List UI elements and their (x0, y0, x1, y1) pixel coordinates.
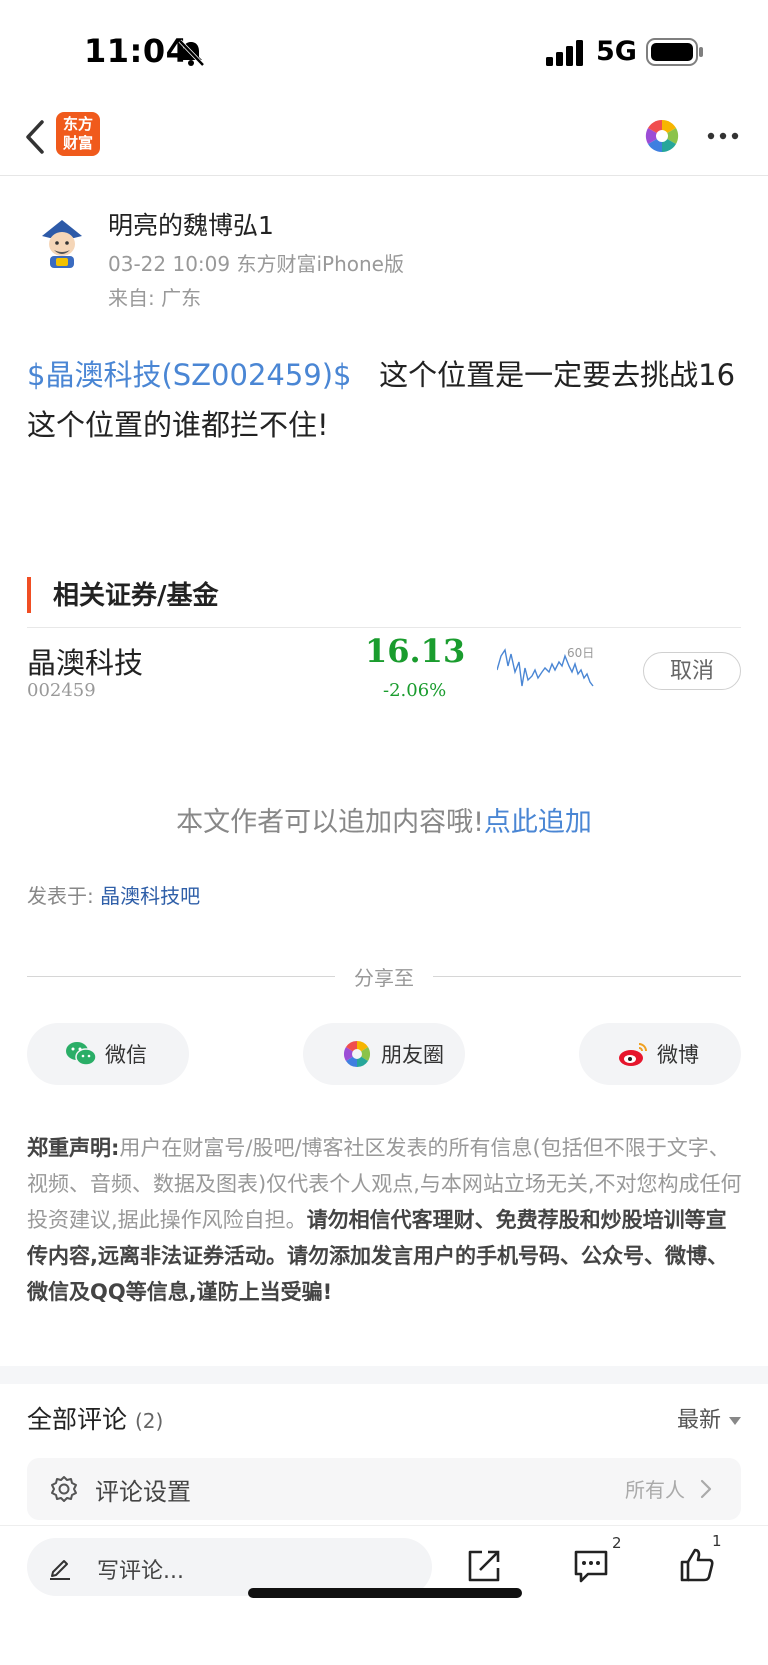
posted-in: 发表于: 晶澳科技吧 (27, 880, 200, 909)
more-icon[interactable] (706, 124, 740, 148)
pencil-icon (50, 1560, 70, 1580)
share-wechat-button[interactable]: 微信 (27, 1023, 189, 1085)
comments-count: (2) (134, 1409, 164, 1433)
app-logo[interactable]: 东方 财富 (56, 112, 100, 156)
comment-icon[interactable] (572, 1548, 610, 1584)
append-link[interactable]: 点此追加 (484, 807, 592, 838)
append-prompt: 本文作者可以追加内容哦!点此追加 (0, 800, 768, 839)
logo-line-2: 财富 (62, 134, 93, 152)
comments-title-text: 全部评论 (27, 1405, 128, 1434)
comment-count-badge: 2 (612, 1534, 622, 1552)
stock-price: 16.13 (365, 632, 466, 670)
share-wheel-icon[interactable] (644, 118, 680, 154)
sort-label: 最新 (676, 1408, 721, 1433)
caret-down-icon (729, 1417, 741, 1425)
share-moments-label: 朋友圈 (381, 1043, 444, 1067)
related-title: 相关证券/基金 (53, 581, 219, 611)
status-time: 11:04 (84, 32, 189, 70)
stock-name: 晶澳科技 (27, 646, 144, 680)
comment-settings-row[interactable]: 评论设置 所有人 (27, 1458, 741, 1520)
wechat-icon (66, 1042, 97, 1066)
share-moments-button[interactable]: 朋友圈 (303, 1023, 465, 1085)
chevron-right-icon (700, 1479, 712, 1499)
comments-title: 全部评论 (2) (27, 1400, 163, 1436)
post-meta: 03-22 10:09 东方财富iPhone版 (108, 252, 404, 276)
signal-icon (546, 40, 583, 66)
settings-label: 评论设置 (95, 1478, 191, 1506)
status-bar: 11:04 5G (0, 0, 768, 100)
avatar[interactable] (34, 214, 90, 270)
author-name[interactable]: 明亮的魏博弘1 (108, 206, 274, 242)
thumbs-up-icon[interactable] (678, 1546, 716, 1584)
comment-placeholder: 写评论... (97, 1559, 184, 1584)
section-accent-bar (27, 577, 31, 613)
back-icon[interactable] (22, 118, 48, 156)
stock-link[interactable]: $晶澳科技(SZ002459)$ (27, 358, 352, 392)
network-label: 5G (596, 36, 637, 67)
forum-link[interactable]: 晶澳科技吧 (100, 884, 200, 908)
sort-select[interactable]: 最新 (677, 1402, 741, 1434)
post-location: 来自: 广东 (108, 286, 202, 310)
battery-icon (646, 38, 703, 66)
stock-row[interactable]: 晶澳科技 002459 16.13 -2.06% 60日 取消 (27, 632, 741, 706)
logo-line-1: 东方 (62, 115, 93, 133)
section-gap (0, 1366, 768, 1384)
unfollow-button[interactable]: 取消 (643, 652, 741, 690)
weibo-icon (619, 1043, 647, 1066)
chart-period: 60日 (567, 646, 595, 660)
share-label: 分享至 (354, 966, 414, 990)
share-weibo-label: 微博 (657, 1043, 699, 1067)
author-block: 明亮的魏博弘1 03-22 10:09 东方财富iPhone版 来自: 广东 (28, 200, 748, 310)
home-indicator (248, 1588, 522, 1598)
disclaimer-title: 郑重声明: (27, 1136, 120, 1160)
like-count-badge: 1 (712, 1532, 722, 1550)
append-text: 本文作者可以追加内容哦! (176, 807, 484, 838)
disclaimer: 郑重声明:用户在财富号/股吧/博客社区发表的所有信息(包括但不限于文字、视频、音… (27, 1130, 743, 1310)
share-divider: 分享至 (27, 958, 741, 990)
settings-value: 所有人 (625, 1478, 685, 1502)
stock-change: -2.06% (383, 680, 447, 701)
forward-icon[interactable] (466, 1548, 502, 1584)
stock-code: 002459 (27, 680, 96, 701)
share-wechat-label: 微信 (105, 1043, 147, 1067)
moments-icon (343, 1040, 371, 1068)
comments-header: 全部评论 (2) 最新 (27, 1400, 741, 1440)
posted-in-label: 发表于: (27, 884, 94, 908)
post-body: $晶澳科技(SZ002459)$ 这个位置是一定要去挑战16这个位置的谁都拦不住… (27, 350, 741, 450)
nav-bar: 东方 财富 (0, 100, 768, 176)
divider (27, 627, 741, 628)
share-weibo-button[interactable]: 微博 (579, 1023, 741, 1085)
gear-icon (51, 1476, 77, 1502)
bell-slash-icon (178, 39, 205, 67)
